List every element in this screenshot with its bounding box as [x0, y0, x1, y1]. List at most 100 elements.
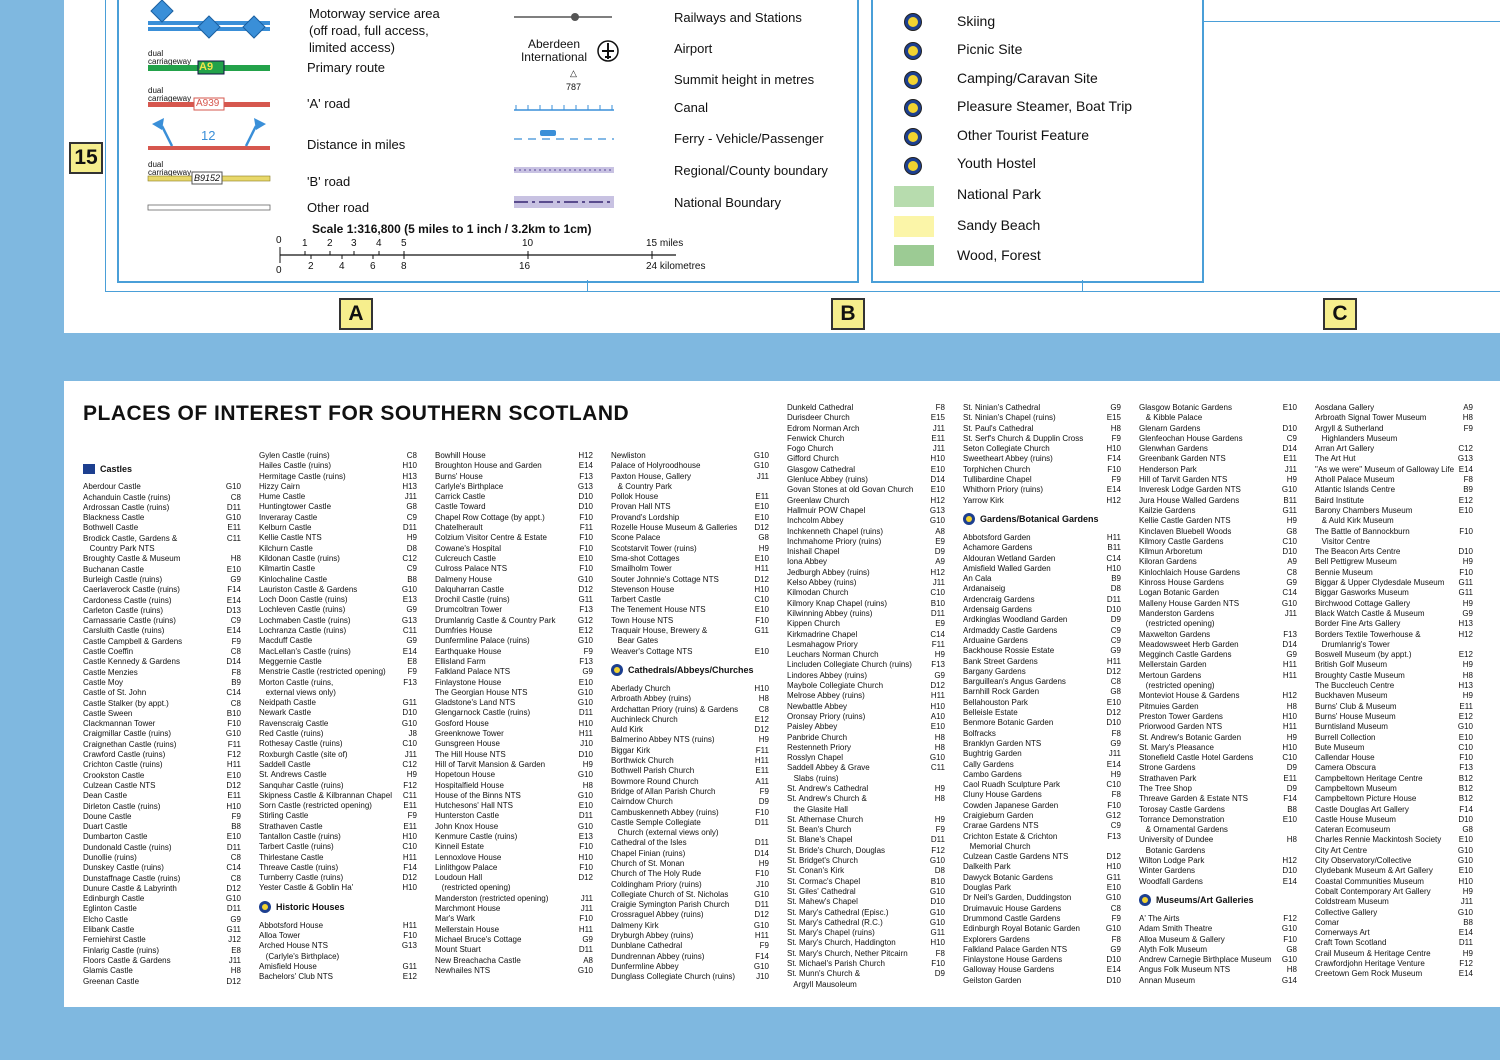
distance-label: Distance in miles: [307, 137, 406, 152]
poi-entry: Coldingham Priory (ruins) J10: [611, 880, 769, 890]
poi-grid-ref: A11: [755, 776, 769, 786]
poi-entry: Red Castle (ruins) J8: [259, 729, 417, 739]
poi-entry: (restricted opening): [1139, 619, 1297, 629]
poi-entry: (restricted opening): [1139, 681, 1297, 691]
poi-grid-ref: E13: [402, 595, 417, 605]
poi-grid-ref: F14: [1283, 794, 1297, 804]
poi-grid-ref: G9: [582, 934, 593, 944]
poi-entry-name: Marchmont House: [435, 904, 501, 914]
poi-entry: Megginch Castle Gardens G9: [1139, 650, 1297, 660]
poi-grid-ref: H9: [1286, 475, 1297, 485]
poi-grid-ref: C8: [1110, 903, 1121, 913]
poi-grid-ref: D11: [226, 904, 241, 914]
poi-entry-name: Borders Textile Towerhouse &: [1315, 629, 1421, 639]
poi-entry-name: Leuchars Norman Church: [787, 650, 879, 660]
poi-entry: Strathaven Park E11: [1139, 774, 1297, 784]
poi-entry: Inishail Chapel D9: [787, 547, 945, 557]
poi-entry: Kenmure Castle (ruins) E13: [435, 832, 593, 842]
poi-entry: St. Andrew's Botanic Garden H9: [1139, 733, 1297, 743]
poi-entry: Castle Coeffin C8: [83, 647, 241, 657]
poi-grid-ref: [1293, 825, 1297, 835]
poi-grid-ref: E10: [754, 502, 769, 512]
poi-entry: Kilmory Knap Chapel (ruins) B10: [787, 599, 945, 609]
poi-grid-ref: D11: [754, 817, 769, 827]
poi-entry: Church (external views only): [611, 828, 769, 838]
poi-entry-name: Weaver's Cottage NTS: [611, 646, 693, 656]
poi-entry-name: St. Mary's Church, Haddington: [787, 938, 896, 948]
poi-entry-name: Carrick Castle: [435, 492, 486, 502]
poi-entry-name: Falkland Palace Garden NTS: [963, 944, 1068, 954]
poi-grid-ref: H8: [934, 742, 945, 752]
poi-grid-ref: C14: [226, 688, 241, 698]
poi-grid-ref: F10: [1283, 934, 1297, 944]
poi-entry-name: Alloa Museum & Gallery: [1139, 934, 1225, 944]
poi-grid-ref: G11: [1458, 578, 1473, 588]
poi-entry-name: Glamis Castle: [83, 966, 133, 976]
poi-entry-name: Woodfall Gardens: [1139, 876, 1203, 886]
poi-entry: Culross Palace NTS F10: [435, 564, 593, 574]
poi-grid-ref: C9: [230, 616, 241, 626]
poi-entry: Boswell Museum (by appt.) E12: [1315, 650, 1473, 660]
poi-entry: Mar's Wark F10: [435, 914, 593, 924]
poi-grid-ref: F10: [1107, 800, 1121, 810]
poi-grid-ref: C10: [754, 595, 769, 605]
poi-grid-ref: D12: [754, 523, 769, 533]
poi-grid-ref: H8: [1462, 413, 1473, 423]
poi-entry-name: Finlaystone House Gardens: [963, 955, 1063, 965]
poi-entry-name: "As we were" Museum of Galloway Life: [1315, 464, 1455, 474]
poi-entry: Botanic Gardens: [1139, 846, 1297, 856]
poi-entry-name: Arran Art Gallery: [1315, 444, 1375, 454]
poi-grid-ref: H8: [934, 794, 945, 804]
poi-entry: Black Watch Castle & Museum G9: [1315, 609, 1473, 619]
poi-grid-ref: G10: [577, 636, 593, 646]
poi-entry-name: Macduff Castle: [259, 636, 313, 646]
poi-entry-name: Wilton Lodge Park: [1139, 856, 1205, 866]
poi-entry-name: St. Serf's Church & Dupplin Cross: [963, 433, 1084, 443]
poi-grid-ref: D13: [226, 605, 241, 615]
poi-grid-ref: G10: [929, 753, 945, 763]
poi-entry: Baird Institute E12: [1315, 496, 1473, 506]
poi-entry-name: (restricted opening): [435, 883, 511, 893]
poi-entry-name: The Beacon Arts Centre: [1315, 547, 1401, 557]
poi-grid-ref: [413, 952, 417, 962]
grid-letter-a: A: [339, 298, 373, 330]
poi-grid-ref: G11: [754, 626, 769, 636]
poi-entry-name: Church of St. Monan: [611, 858, 685, 868]
poi-grid-ref: C9: [1110, 821, 1121, 831]
poi-entry-name: Church (external views only): [611, 828, 719, 838]
poi-entry-name: Ardkinglas Woodland Garden: [963, 615, 1068, 625]
poi-entry: St. Mary's Cathedral (R.C.) G10: [787, 918, 945, 928]
poi-entry: Manderston Gardens J11: [1139, 609, 1297, 619]
poi-entry: external views only): [259, 688, 417, 698]
wood-forest-label: Wood, Forest: [957, 247, 1041, 263]
poi-grid-ref: C11: [402, 790, 417, 800]
poi-grid-ref: B11: [1283, 495, 1297, 505]
poi-entry: Torphichen Church F10: [963, 465, 1121, 475]
poi-entry-name: Torphichen Church: [963, 464, 1031, 474]
poi-entry-name: Tantallon Castle (ruins): [259, 831, 341, 841]
b-road-number: B9152: [194, 173, 221, 183]
poi-entry-name: Hunterston Castle: [435, 811, 500, 821]
poi-grid-ref: E10: [930, 464, 945, 474]
poi-grid-ref: E10: [578, 677, 593, 687]
poi-entry: Glasgow Botanic Gardens E10: [1139, 403, 1297, 413]
poi-entry-name: Tarbert Castle: [611, 595, 661, 605]
poi-entry-name: Benmore Botanic Garden: [963, 718, 1054, 728]
poi-grid-ref: C14: [226, 863, 241, 873]
poi-entry: Belleisle Estate D12: [963, 708, 1121, 718]
poi-entry: St. Mahew's Chapel D10: [787, 897, 945, 907]
poi-grid-ref: B8: [231, 822, 241, 832]
poi-entry: Edinburgh Castle G10: [83, 894, 241, 904]
poi-entry: Govan Stones at old Govan Church E10: [787, 485, 945, 495]
poi-entry-name: Hill of Tarvit Mansion & Garden: [435, 759, 546, 769]
poi-entry-name: Kinneil Estate: [435, 842, 484, 852]
poi-entry: Galloway House Gardens E14: [963, 965, 1121, 975]
poi-entry: Burns' Club & Museum E11: [1315, 702, 1473, 712]
poi-entry: Aosdana Gallery A9: [1315, 403, 1473, 413]
poi-entry: Stirling Castle F9: [259, 811, 417, 821]
poi-entry-name: Greenknowe Tower: [435, 729, 504, 739]
poi-grid-ref: G10: [1457, 845, 1473, 855]
scale-mile-3: 3: [351, 238, 357, 249]
poi-entry: Castle Moy B9: [83, 678, 241, 688]
poi-entry-name: Sweetheart Abbey (ruins): [963, 454, 1053, 464]
